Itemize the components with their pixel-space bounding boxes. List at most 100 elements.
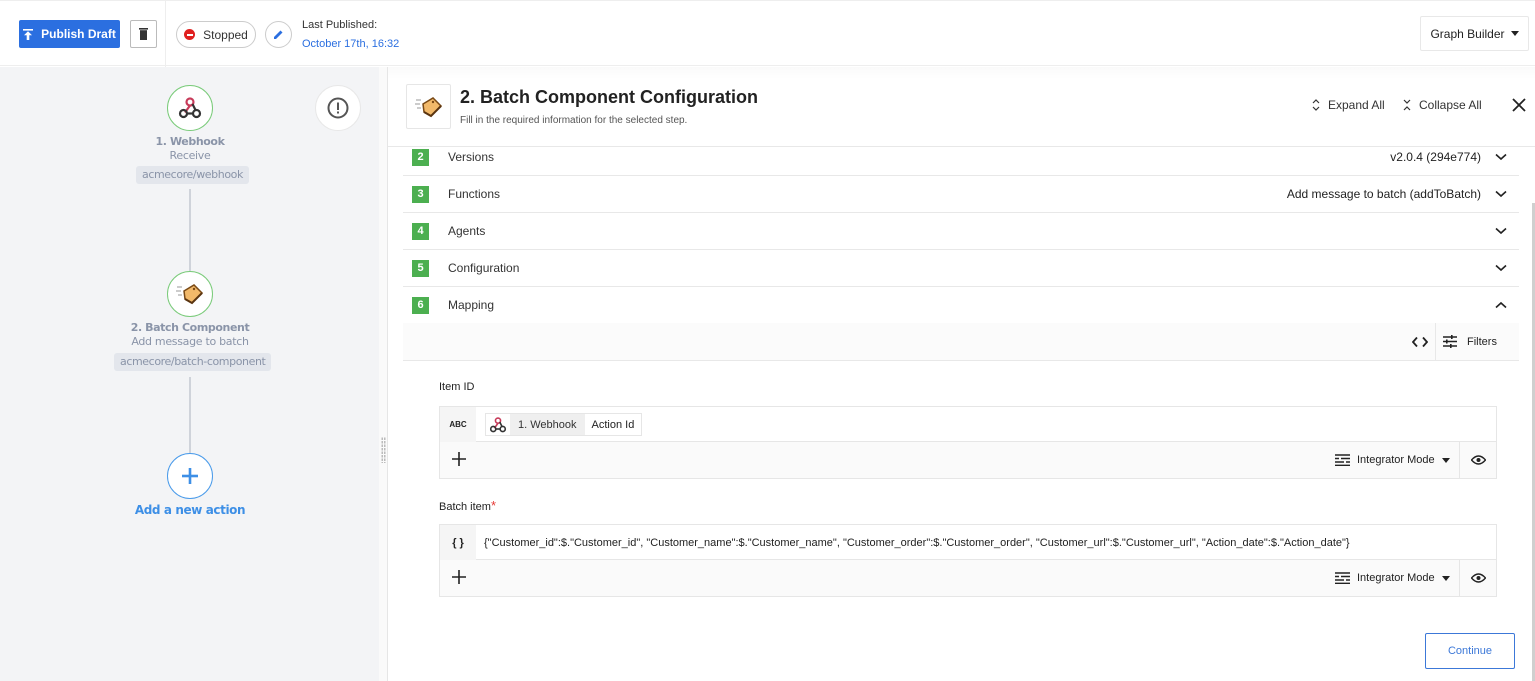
connector-line <box>189 189 191 271</box>
preview-button[interactable] <box>1459 442 1496 478</box>
section-configuration[interactable]: 5 Configuration <box>403 250 1519 287</box>
connector-line <box>189 377 191 453</box>
chevron-down-icon <box>1495 227 1507 235</box>
pill-source: 1. Webhook <box>510 414 585 435</box>
code-view-button[interactable] <box>1405 323 1436 360</box>
type-badge: { } <box>440 525 476 560</box>
panel-resize-handle[interactable] <box>379 67 388 681</box>
expand-all-button[interactable]: Expand All <box>1312 98 1385 112</box>
plus-icon[interactable] <box>450 568 468 586</box>
last-published-label: Last Published: <box>302 19 378 31</box>
section-label: Functions <box>448 187 501 201</box>
section-functions[interactable]: 3 Functions Add message to batch (addToB… <box>403 176 1519 213</box>
filters-label: Filters <box>1467 335 1497 348</box>
batch-item-actions: Integrator Mode <box>440 560 1496 596</box>
required-marker: * <box>490 498 497 513</box>
batch-item-input[interactable]: { } {"Customer_id":$."Customer_id", "Cus… <box>440 525 1496 560</box>
integrator-mode-dropdown[interactable]: Integrator Mode <box>1335 442 1450 478</box>
flow-canvas: 1. Webhook Receive acmecore/webhook 2. B… <box>0 67 379 681</box>
panel-subtitle: Fill in the required information for the… <box>460 115 688 126</box>
node-batch-component[interactable] <box>167 271 213 317</box>
section-number: 3 <box>412 185 429 203</box>
batch-item-value[interactable]: {"Customer_id":$."Customer_id", "Custome… <box>484 525 1350 560</box>
publish-draft-button[interactable]: Publish Draft <box>19 20 120 48</box>
section-number: 4 <box>412 222 429 240</box>
filters-button[interactable]: Filters <box>1443 323 1497 360</box>
top-bar: Publish Draft Stopped Last Published: Oc… <box>0 0 1535 67</box>
section-versions[interactable]: 2 Versions v2.0.4 (294e774) <box>403 139 1519 176</box>
caret-down-icon <box>1441 457 1450 463</box>
delete-button[interactable] <box>130 20 157 48</box>
view-mode-label: Graph Builder <box>1430 26 1505 41</box>
item-id-actions: Integrator Mode <box>440 442 1496 478</box>
last-published-date[interactable]: October 17th, 16:32 <box>302 38 399 50</box>
batch-item-field: { } {"Customer_id":$."Customer_id", "Cus… <box>439 524 1497 597</box>
mapping-toolbar: Filters <box>403 323 1519 361</box>
close-icon[interactable] <box>1510 96 1528 114</box>
caret-down-icon <box>1510 31 1519 36</box>
edit-button[interactable] <box>265 21 292 48</box>
collapse-all-button[interactable]: Collapse All <box>1403 98 1482 112</box>
expand-icon <box>1312 99 1320 111</box>
preview-button[interactable] <box>1459 560 1496 596</box>
section-label: Configuration <box>448 261 520 275</box>
webhook-icon <box>486 414 510 435</box>
status-toggle-button[interactable]: Stopped <box>176 21 256 48</box>
mode-label: Integrator Mode <box>1357 454 1435 466</box>
mode-label: Integrator Mode <box>1357 572 1435 584</box>
node-batch-tag: acmecore/batch-component <box>114 353 272 371</box>
item-id-label-text: Item ID <box>439 381 475 393</box>
plus-icon <box>182 468 198 484</box>
view-mode-dropdown[interactable]: Graph Builder <box>1420 16 1529 51</box>
pencil-icon <box>274 30 283 39</box>
mapped-value-pill[interactable]: 1. Webhook Action Id <box>485 413 643 436</box>
batch-component-icon <box>414 96 442 117</box>
add-action-button[interactable] <box>167 453 213 499</box>
configuration-panel: 2. Batch Component Configuration Fill in… <box>388 67 1535 681</box>
node-batch-title: 2. Batch Component <box>130 321 250 334</box>
filters-icon <box>1443 335 1457 348</box>
section-agents[interactable]: 4 Agents <box>403 213 1519 250</box>
step-icon <box>406 84 451 129</box>
pill-field: Action Id <box>591 418 635 431</box>
batch-item-label: Batch item* <box>439 498 496 513</box>
chevron-down-icon <box>1495 190 1507 198</box>
webhook-icon <box>178 97 202 119</box>
node-batch-subtitle: Add message to batch <box>131 335 249 348</box>
node-webhook-tag: acmecore/webhook <box>136 166 249 184</box>
plus-icon[interactable] <box>450 450 468 468</box>
alert-icon <box>327 97 349 119</box>
section-label: Agents <box>448 224 486 238</box>
item-id-label: Item ID <box>439 381 474 393</box>
batch-item-label-text: Batch item <box>439 501 491 513</box>
integrator-mode-dropdown[interactable]: Integrator Mode <box>1335 560 1450 596</box>
panel-header: 2. Batch Component Configuration Fill in… <box>388 67 1535 147</box>
node-webhook-title: 1. Webhook <box>155 135 225 148</box>
chevron-down-icon <box>1495 153 1507 161</box>
publish-draft-label: Publish Draft <box>41 27 116 41</box>
chevron-up-icon <box>1495 301 1507 309</box>
item-id-input[interactable]: ABC 1. Webhook Action Id <box>440 407 1496 442</box>
section-number: 6 <box>412 296 429 314</box>
section-label: Versions <box>448 150 495 164</box>
section-mapping[interactable]: 6 Mapping <box>403 287 1519 324</box>
collapse-icon <box>1403 99 1411 111</box>
add-action-label[interactable]: Add a new action <box>90 503 290 517</box>
publish-icon <box>23 28 34 40</box>
batch-component-icon <box>176 284 204 305</box>
eye-icon <box>1470 455 1486 465</box>
warnings-button[interactable] <box>315 85 361 131</box>
node-webhook-subtitle: Receive <box>169 149 211 162</box>
section-value: v2.0.4 (294e774) <box>1390 150 1481 164</box>
item-id-field: ABC 1. Webhook Action Id Integrator Mode <box>439 406 1497 479</box>
chevron-down-icon <box>1495 264 1507 272</box>
expand-all-label: Expand All <box>1328 98 1385 112</box>
code-icon <box>1412 336 1428 347</box>
status-label: Stopped <box>203 27 248 42</box>
trash-icon <box>139 28 148 40</box>
collapse-all-label: Collapse All <box>1419 98 1482 112</box>
node-webhook[interactable] <box>167 85 213 131</box>
mode-icon <box>1335 572 1350 584</box>
section-number: 5 <box>412 259 429 277</box>
continue-button[interactable]: Continue <box>1425 633 1515 669</box>
